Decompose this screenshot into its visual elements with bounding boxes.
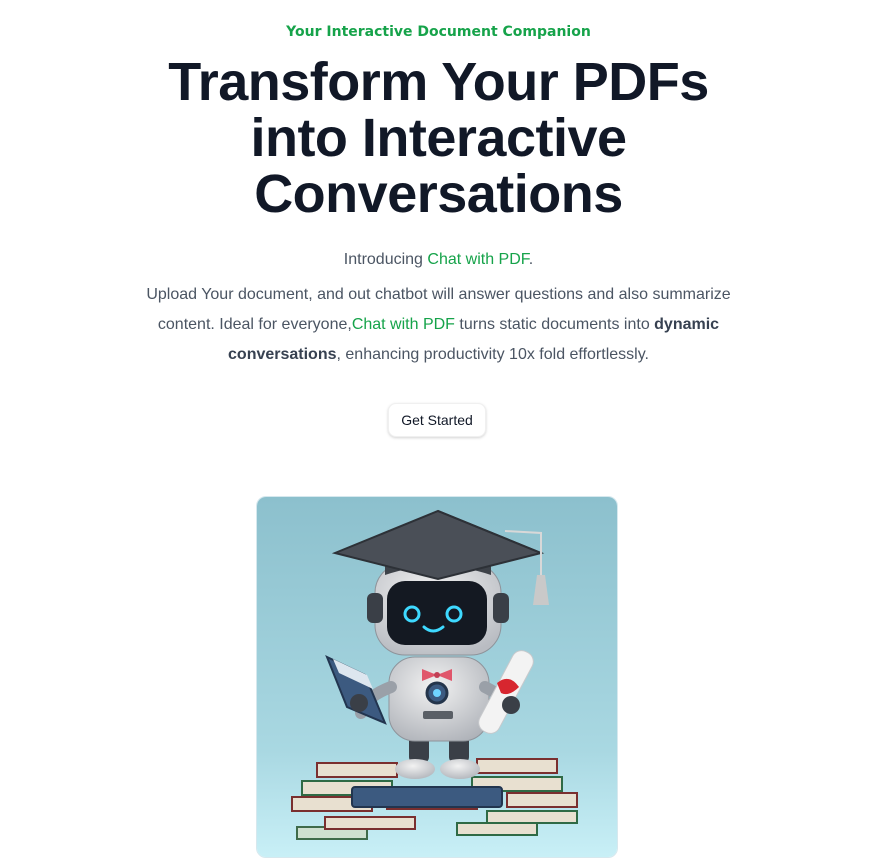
robot-graduate-image: [257, 497, 617, 857]
get-started-button[interactable]: Get Started: [388, 403, 486, 437]
description-part3: , enhancing productivity 10x fold effort…: [336, 346, 649, 363]
intro-brand-link: Chat with PDF: [427, 251, 529, 268]
hero-description: Upload Your document, and out chatbot wi…: [120, 280, 757, 370]
eyebrow-tagline: Your Interactive Document Companion: [286, 24, 591, 40]
intro-suffix: .: [528, 251, 534, 268]
robot-graduate-illustration: [256, 496, 618, 858]
intro-line: Introducing Chat with PDF.: [0, 250, 877, 270]
intro-prefix: Introducing: [343, 251, 428, 268]
description-part2: turns static documents into: [454, 316, 655, 333]
description-brand: Chat with PDF: [351, 316, 455, 333]
hero-headline: Transform Your PDFs into Interactive Con…: [168, 52, 709, 224]
